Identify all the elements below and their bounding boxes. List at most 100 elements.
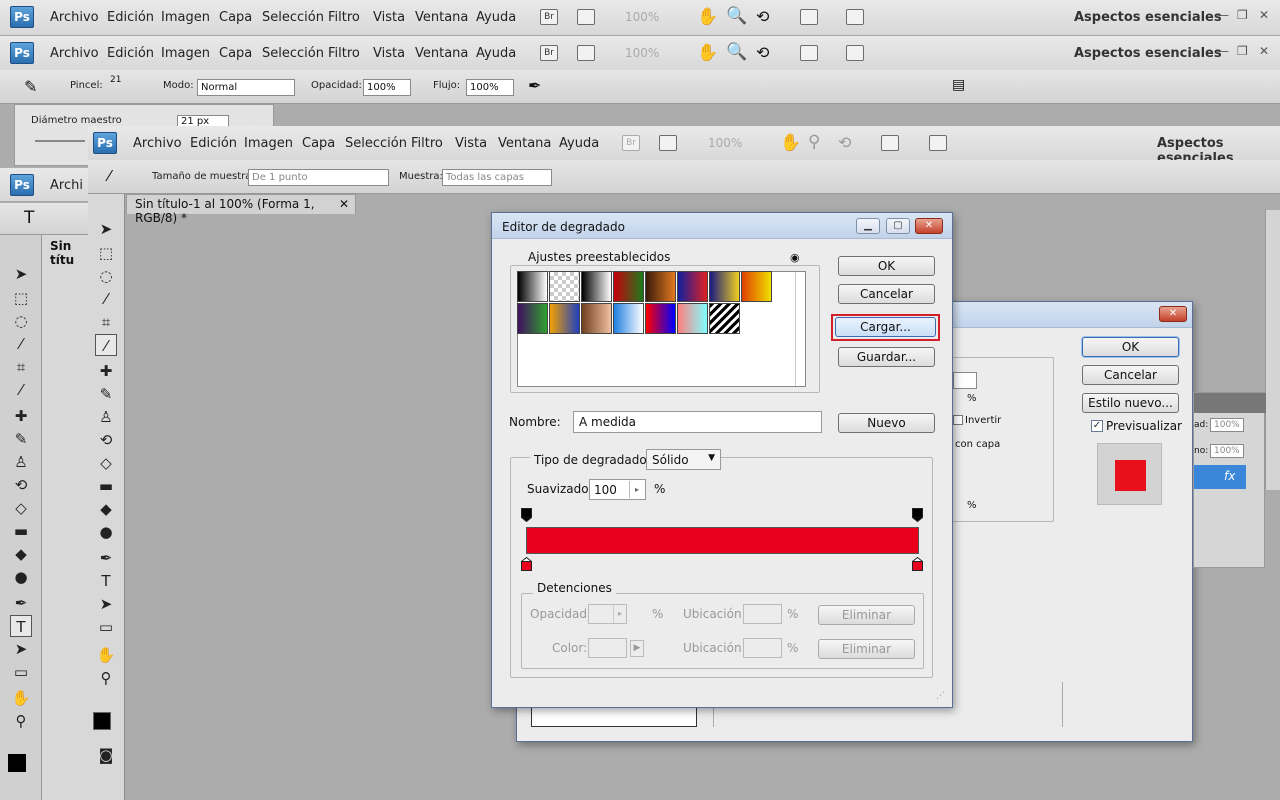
eyedropper-tool-icon[interactable]: ⁄ — [10, 379, 32, 401]
mini-bridge-icon[interactable] — [577, 45, 595, 61]
mode-select[interactable]: Normal — [197, 79, 295, 96]
menu-ventana[interactable]: Ventana — [415, 46, 468, 61]
dodge-tool-icon[interactable]: ● — [95, 521, 117, 543]
menu-edicion[interactable]: Edición — [190, 136, 237, 151]
gradient-tool-icon[interactable]: ▬ — [95, 475, 117, 497]
eyedropper-tool-icon[interactable]: ⁄ — [95, 334, 117, 356]
preset-swatch[interactable] — [549, 271, 580, 302]
menu-capa[interactable]: Capa — [219, 46, 252, 61]
cancel-button[interactable]: Cancelar — [838, 284, 935, 304]
preset-swatch[interactable] — [613, 271, 644, 302]
preset-swatch[interactable] — [613, 303, 644, 334]
hand-icon[interactable]: ✋ — [697, 43, 718, 63]
mini-bridge-icon[interactable] — [577, 9, 595, 25]
opacity-stop-right[interactable] — [912, 508, 923, 523]
hand-tool-icon[interactable]: ✋ — [10, 687, 32, 709]
bridge-button[interactable]: Br — [540, 45, 558, 61]
healing-tool-icon[interactable]: ✚ — [95, 360, 117, 382]
restore-icon[interactable]: ❐ — [1237, 8, 1248, 22]
new-button[interactable]: Nuevo — [838, 413, 935, 433]
stamp-tool-icon[interactable]: ♙ — [95, 406, 117, 428]
new-style-button[interactable]: Estilo nuevo... — [1082, 393, 1179, 413]
layer-style-close-button[interactable]: ✕ — [1159, 306, 1187, 322]
arrange-icon[interactable] — [800, 9, 818, 25]
menu-ventana[interactable]: Ventana — [498, 136, 551, 151]
dodge-tool-icon[interactable]: ● — [10, 566, 32, 588]
airbrush-icon[interactable]: ✒ — [528, 76, 541, 95]
color-stop-right[interactable] — [911, 556, 924, 571]
shape-tool-icon[interactable]: ▭ — [10, 661, 32, 683]
menu-ayuda[interactable]: Ayuda — [476, 10, 516, 25]
document-tab[interactable]: Sin título-1 al 100% (Forma 1, RGB/8) * … — [126, 194, 356, 225]
preset-swatch[interactable] — [517, 303, 548, 334]
preset-swatch[interactable] — [581, 271, 612, 302]
stop-opacity-location-input[interactable] — [743, 604, 782, 624]
lasso-tool-icon[interactable]: ◌ — [95, 265, 117, 287]
zoom-icon[interactable]: 🔍 — [726, 42, 747, 62]
preset-swatch[interactable] — [677, 271, 708, 302]
type-tool-icon[interactable]: T — [24, 208, 34, 228]
magic-wand-icon[interactable]: ⁄ — [95, 288, 117, 310]
menu-archivo[interactable]: Archivo — [50, 10, 99, 25]
close-icon[interactable]: ✕ — [1259, 44, 1269, 58]
selected-layer-row[interactable]: fx — [1194, 465, 1246, 489]
preset-swatch[interactable] — [677, 303, 708, 334]
name-input[interactable]: A medida — [573, 411, 822, 433]
stop-color-swatch[interactable] — [588, 638, 627, 658]
close-icon[interactable]: ✕ — [1259, 8, 1269, 22]
stop-opacity-input[interactable]: ▸ — [588, 604, 627, 624]
zoom-level[interactable]: 100% — [625, 10, 659, 24]
zoom-tool-icon[interactable]: ⚲ — [95, 667, 117, 689]
hand-tool-icon[interactable]: ✋ — [95, 644, 117, 666]
menu-edicion[interactable]: Edición — [107, 46, 154, 61]
lasso-tool-icon[interactable]: ◌ — [10, 310, 32, 332]
eyedropper-tool-icon[interactable]: ⁄ — [108, 167, 111, 185]
menu-ayuda[interactable]: Ayuda — [559, 136, 599, 151]
quick-mask-icon[interactable]: ◙ — [95, 744, 117, 766]
zoom-level[interactable]: 100% — [708, 136, 742, 150]
stop-opacity-arrow-icon[interactable]: ▸ — [613, 605, 626, 623]
crop-tool-icon[interactable]: ⌗ — [95, 311, 117, 333]
zoom-tool-icon[interactable]: ⚲ — [10, 710, 32, 732]
healing-tool-icon[interactable]: ✚ — [10, 405, 32, 427]
sample-select[interactable]: Todas las capas — [442, 169, 552, 186]
delete-color-stop-button[interactable]: Eliminar — [818, 639, 915, 659]
delete-opacity-stop-button[interactable]: Eliminar — [818, 605, 915, 625]
flow-input[interactable]: 100% — [466, 79, 514, 96]
foreground-color[interactable] — [8, 754, 26, 772]
marquee-tool-icon[interactable]: ⬚ — [95, 242, 117, 264]
bridge-button[interactable]: Br — [540, 9, 558, 25]
resize-grip-icon[interactable]: ⋰ — [936, 691, 945, 701]
presets-grid[interactable] — [517, 271, 806, 387]
gradient-preview-bar[interactable] — [526, 527, 919, 554]
crop-tool-icon[interactable]: ⌗ — [10, 356, 32, 378]
workspace-switcher[interactable]: Aspectos esenciales — [1074, 10, 1222, 25]
blend-select[interactable] — [953, 372, 977, 389]
sample-size-select[interactable]: De 1 punto — [248, 169, 389, 186]
rotate-view-icon[interactable]: ⟲ — [756, 43, 769, 62]
rotate-view-icon[interactable]: ⟲ — [838, 133, 851, 152]
type-tool-icon[interactable]: T — [95, 570, 117, 592]
maximize-window-button[interactable]: ▢ — [886, 218, 910, 234]
fx-icon[interactable]: fx — [1224, 469, 1235, 483]
workspace-switcher[interactable]: Aspectos esenciales — [1074, 46, 1222, 61]
load-button[interactable]: Cargar... — [835, 317, 936, 337]
close-tab-icon[interactable]: ✕ — [339, 197, 349, 211]
stop-color-arrow-icon[interactable]: ▶ — [630, 640, 644, 657]
menu-archivo[interactable]: Archivo — [50, 46, 99, 61]
zoom-level[interactable]: 100% — [625, 46, 659, 60]
rotate-view-icon[interactable]: ⟲ — [756, 7, 769, 26]
menu-seleccion[interactable]: Selección — [345, 136, 407, 151]
preset-swatch[interactable] — [645, 303, 676, 334]
stop-color-location-input[interactable] — [743, 638, 782, 658]
menu-edicion[interactable]: Edición — [107, 10, 154, 25]
menu-vista[interactable]: Vista — [373, 10, 405, 25]
presets-menu-icon[interactable]: ◉ — [790, 251, 800, 264]
menu-filtro[interactable]: Filtro — [328, 46, 360, 61]
minimize-icon[interactable]: — — [1217, 44, 1229, 58]
eraser-tool-icon[interactable]: ◇ — [95, 452, 117, 474]
hand-icon[interactable]: ✋ — [697, 7, 718, 27]
move-tool-icon[interactable]: ➤ — [10, 263, 32, 285]
preset-swatch[interactable] — [517, 271, 548, 302]
preset-swatch[interactable] — [549, 303, 580, 334]
